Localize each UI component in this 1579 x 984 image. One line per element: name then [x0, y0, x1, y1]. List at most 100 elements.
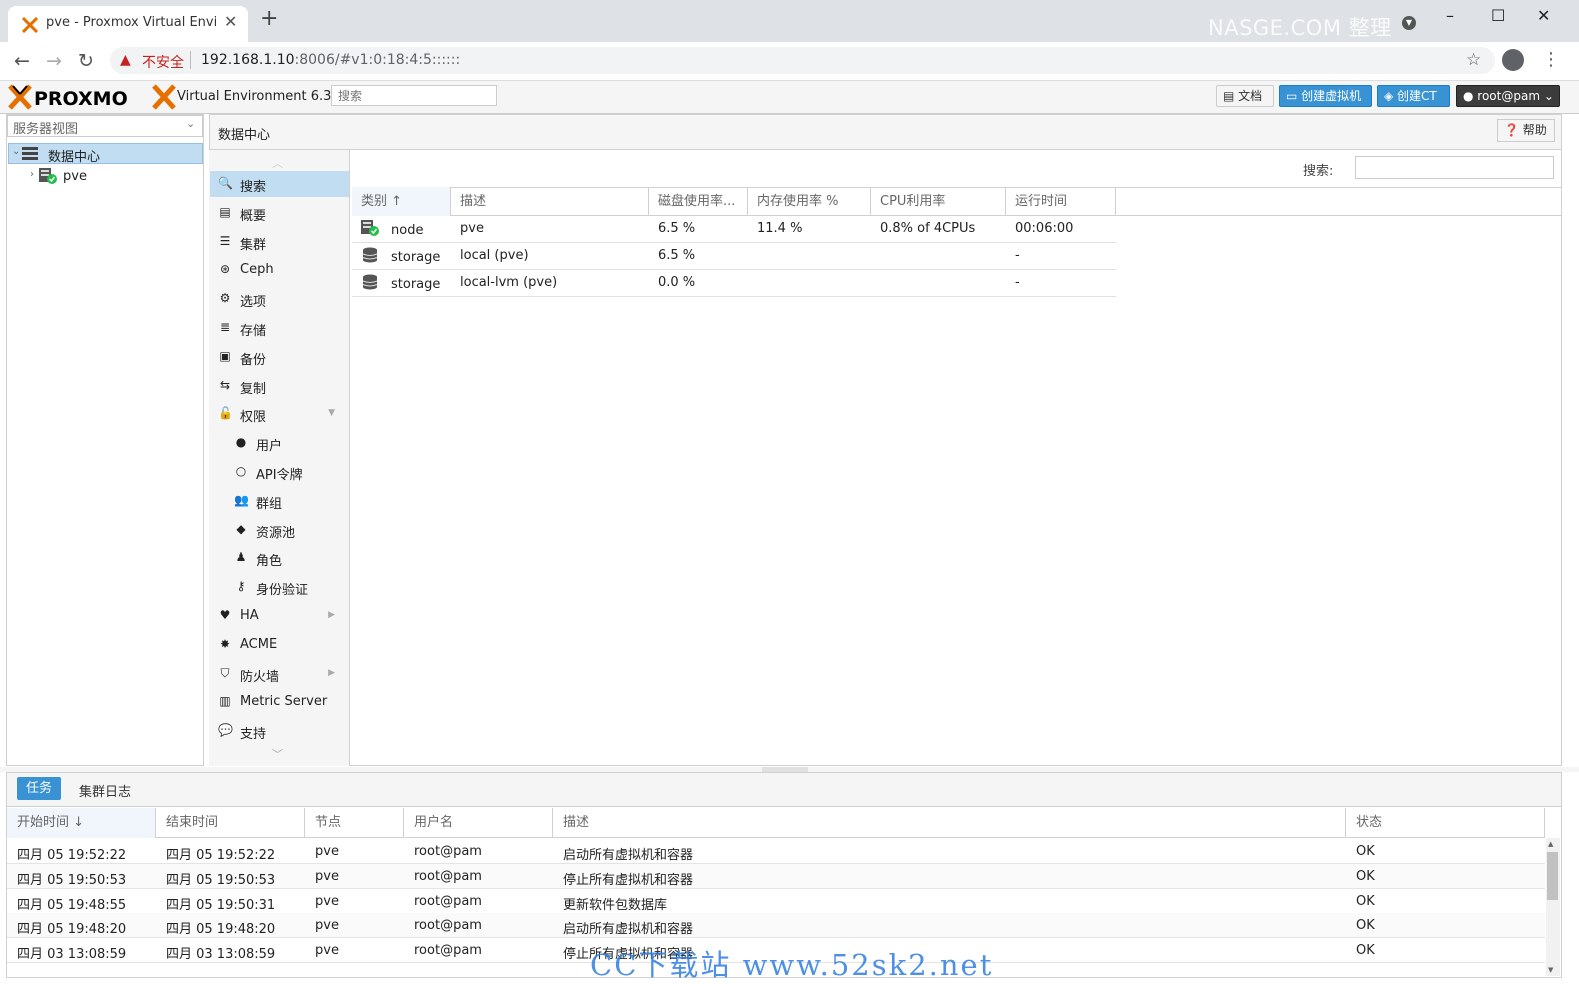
scroll-up-icon[interactable]: ︿ [272, 155, 283, 171]
menu-item[interactable]: ◆ 资源池 [210, 517, 349, 543]
task-row[interactable]: 四月 05 19:50:53 四月 05 19:50:53 pve root@pam 停… [7, 863, 1545, 889]
grid-column-header[interactable]: 类别 ↑ [352, 187, 451, 216]
help-button[interactable]: ❓ 帮助 [1497, 119, 1555, 142]
tab-close-icon[interactable]: ✕ [224, 12, 237, 31]
grid-search-input[interactable] [1355, 156, 1554, 179]
shield-icon: ⛉ [220, 665, 230, 680]
back-icon[interactable]: ← [14, 50, 30, 72]
menu-item[interactable]: ≣ 存储 [210, 315, 349, 341]
menu-item[interactable]: ⇆ 复制 [210, 373, 349, 399]
task-column-header[interactable]: 用户名 [404, 808, 553, 838]
menu-item[interactable]: 🔍 搜索 [210, 171, 349, 197]
warning-icon[interactable]: ▲ [120, 52, 131, 68]
grid-cell-mem: 11.4 % [757, 221, 803, 236]
chevron-down-icon[interactable]: ⌄ [186, 117, 195, 130]
tab-tasks[interactable]: 任务 [17, 777, 61, 800]
tab-cluster-log[interactable]: 集群日志 [79, 781, 131, 800]
task-cell-end: 四月 03 13:08:59 [166, 947, 276, 963]
menu-item[interactable]: ▣ 备份 [210, 344, 349, 370]
menu-item[interactable]: ▥ Metric Server [210, 689, 349, 715]
task-cell-node: pve [315, 868, 339, 884]
menu-item[interactable]: 🔓 权限 ▼ [210, 401, 349, 427]
menu-item[interactable]: ✸ ACME [210, 632, 349, 658]
create-vm-label: 创建虚拟机 [1301, 89, 1362, 103]
tab-search-icon[interactable]: ▼ [1402, 16, 1416, 30]
caret-right-icon[interactable]: ▶ [328, 668, 335, 678]
forward-icon[interactable]: → [46, 50, 62, 72]
menu-item-label: 支持 [240, 727, 267, 743]
menu-item[interactable]: ⚷ 身份验证 [210, 574, 349, 600]
scroll-down-icon[interactable]: ▼ [1548, 966, 1553, 974]
menu-item[interactable]: ○ API令牌 [210, 459, 349, 485]
create-vm-button[interactable]: ▭ 创建虚拟机 [1279, 85, 1372, 107]
grid-cell-disk: 6.5 % [658, 248, 696, 263]
task-scroll-thumb[interactable] [1547, 852, 1558, 900]
help-label: 帮助 [1522, 123, 1547, 137]
menu-item-label: 选项 [240, 295, 267, 311]
menu-item[interactable]: ▤ 概要 [210, 200, 349, 226]
menu-item-label: Ceph [240, 262, 274, 278]
expander-icon[interactable]: ⌄ [12, 146, 20, 157]
grid-column-header[interactable]: 磁盘使用率... [649, 187, 748, 216]
scroll-up-icon[interactable]: ▲ [1548, 840, 1553, 848]
window-close-icon[interactable]: ✕ [1537, 6, 1550, 25]
grid-row[interactable]: storage local (pve) 6.5 % - [352, 243, 1116, 270]
grid-row[interactable]: storage local-lvm (pve) 0.0 % - [352, 270, 1116, 297]
menu-item[interactable]: ♥ HA ▶ [210, 603, 349, 629]
node-online-icon [361, 220, 379, 236]
create-ct-label: 创建CT [1397, 89, 1437, 103]
insecure-label[interactable]: 不安全 [142, 52, 184, 72]
global-search-input[interactable] [331, 85, 497, 106]
caret-right-icon[interactable]: ▶ [328, 610, 335, 620]
grid-column-header[interactable]: CPU利用率 [871, 187, 1006, 216]
docs-label: 文档 [1238, 89, 1263, 103]
view-selector[interactable]: 服务器视图 [7, 115, 203, 137]
grid-column-header[interactable]: 内存使用率 % [748, 187, 871, 216]
grid-column-header[interactable]: 运行时间 [1006, 187, 1116, 216]
task-cell-user: root@pam [414, 918, 482, 934]
new-tab-button[interactable]: + [260, 8, 278, 30]
menu-item[interactable]: ♟ 角色 [210, 545, 349, 571]
retweet-icon: ⇆ [219, 377, 231, 392]
expander-icon[interactable]: › [30, 169, 34, 180]
task-column-header[interactable]: 描述 [553, 808, 1346, 838]
scroll-down-icon[interactable]: ﹀ [272, 746, 283, 762]
task-cell-node: pve [315, 844, 339, 859]
profile-avatar-icon[interactable] [1502, 49, 1524, 71]
tags-icon: ◆ [236, 521, 246, 536]
task-row[interactable]: 四月 05 19:52:22 四月 05 19:52:22 pve root@pam 启… [7, 839, 1545, 864]
task-column-header[interactable]: 节点 [305, 808, 404, 838]
menu-item[interactable]: ⚙ 选项 [210, 286, 349, 312]
minimize-icon[interactable]: – [1446, 6, 1454, 25]
task-column-header[interactable]: 开始时间 ↓ [7, 808, 156, 838]
browser-menu-icon[interactable]: ⋮ [1542, 49, 1560, 70]
docs-button[interactable]: ▤ 文档 [1216, 85, 1274, 107]
grid-column-header[interactable]: 描述 [451, 187, 649, 216]
menu-item[interactable]: 💬 支持 [210, 718, 349, 744]
grid-row[interactable]: node pve 6.5 % 11.4 % 0.8% of 4CPUs 00:06:00 [352, 216, 1116, 243]
browser-tab[interactable]: pve - Proxmox Virtual Environment ✕ [8, 6, 248, 42]
caret-down-icon[interactable]: ▼ [328, 408, 335, 418]
user-label: root@pam [1477, 89, 1541, 103]
create-ct-button[interactable]: ◈ 创建CT [1377, 85, 1450, 107]
node-online-icon [39, 168, 57, 184]
menu-item[interactable]: ☰ 集群 [210, 229, 349, 255]
maximize-icon[interactable]: ☐ [1491, 6, 1505, 25]
url-text[interactable]: 192.168.1.10:8006/#v1:0:18:4:5:::::: [201, 52, 460, 68]
bookmark-star-icon[interactable]: ☆ [1466, 50, 1481, 70]
menu-item[interactable]: ● 用户 [210, 430, 349, 456]
menu-item[interactable]: ⊛ Ceph [210, 257, 349, 283]
menu-item[interactable]: 👥 群组 [210, 488, 349, 514]
url-path: :8006/#v1:0:18:4:5:::::: [294, 52, 461, 68]
task-row[interactable]: 四月 05 19:48:55 四月 05 19:50:31 pve root@pam 更… [7, 889, 1545, 914]
task-cell-desc: 停止所有虚拟机和容器 [563, 872, 694, 888]
menu-item[interactable]: ⛉ 防火墙 ▶ [210, 661, 349, 687]
task-column-header[interactable]: 结束时间 [156, 808, 305, 838]
menu-item-label: 存储 [240, 324, 267, 339]
task-row[interactable]: 四月 05 19:48:20 四月 05 19:48:20 pve root@pam 启… [7, 913, 1545, 939]
user-menu-button[interactable]: ● root@pam ⌄ [1456, 85, 1560, 107]
reload-icon[interactable]: ↻ [78, 50, 94, 72]
task-column-header[interactable]: 状态 [1346, 808, 1545, 838]
gear-icon: ⚙ [219, 291, 231, 306]
browser-tab-title: pve - Proxmox Virtual Environment [46, 15, 216, 30]
